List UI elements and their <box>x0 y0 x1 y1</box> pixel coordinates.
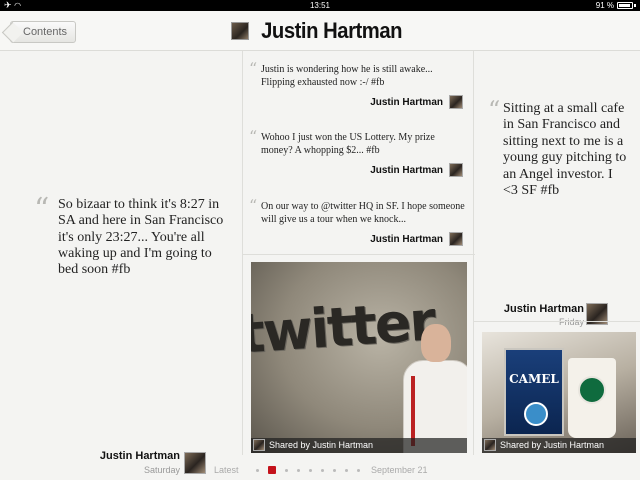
quote-mark-icon: “ <box>34 192 50 227</box>
photo-caption: Shared by Justin Hartman <box>482 438 636 453</box>
tweet-text: So bizaar to think it's 8:27 in SA and h… <box>58 197 224 278</box>
tweet-text: On our way to @twitter HQ in SF. I hope … <box>261 201 465 225</box>
pack-emblem <box>524 402 548 426</box>
author-avatar <box>449 232 463 246</box>
photo-person <box>403 314 467 453</box>
quote-mark-icon: “ <box>488 96 501 124</box>
cup-logo <box>578 376 606 404</box>
tweet-meta: Justin Hartman <box>370 95 463 109</box>
pager-dot[interactable] <box>321 468 324 472</box>
tweet-meta: Justin Hartman <box>370 232 463 246</box>
tweet-author: Justin Hartman <box>503 303 584 315</box>
photo-caption-text: Shared by Justin Hartman <box>269 440 374 450</box>
pager-latest-label[interactable]: Latest <box>214 465 239 475</box>
page-title: Justin Hartman <box>261 18 403 43</box>
pager-dots[interactable] <box>256 466 360 474</box>
tweet-time: Friday <box>558 317 584 327</box>
photo-card-twitter[interactable]: twitter Shared by Justin Hartman <box>251 262 467 453</box>
header-bar: Contents Justin Hartman <box>0 11 640 51</box>
pager-dot[interactable] <box>333 468 336 472</box>
section-divider <box>243 254 475 255</box>
pager-dot[interactable] <box>297 468 300 472</box>
page-title-wrap: Justin Hartman <box>0 18 640 45</box>
quote-mark-icon: “ <box>249 59 258 78</box>
status-time: 13:51 <box>309 1 331 10</box>
photo-scene-text: CAMEL <box>509 372 559 386</box>
tweet-text: Sitting at a small cafe in San Francisco… <box>503 101 627 199</box>
section-divider <box>474 321 640 322</box>
battery-percent: 91 % <box>595 1 614 10</box>
middle-column: “ Justin is wondering how he is still aw… <box>242 51 475 455</box>
tweet-author: Justin Hartman <box>370 164 443 176</box>
status-battery-group: 91 % <box>596 0 636 11</box>
photo-caption: Shared by Justin Hartman <box>251 438 467 453</box>
pager-dot-active[interactable] <box>268 466 276 474</box>
left-column: “ So bizaar to think it's 8:27 in SA and… <box>10 51 240 476</box>
photo-card-cafe[interactable]: CAMEL Shared by Justin Hartman <box>482 332 636 453</box>
tweet-text: Wohoo I just won the US Lottery. My priz… <box>261 132 435 156</box>
author-avatar <box>449 163 463 177</box>
pager-date-label[interactable]: September 21 <box>371 465 428 475</box>
pager-dot[interactable] <box>309 468 312 472</box>
pager-dot[interactable] <box>357 468 360 472</box>
person-head <box>421 324 451 362</box>
pager-dot[interactable] <box>285 468 288 472</box>
author-avatar <box>449 95 463 109</box>
quote-mark-icon: “ <box>249 127 258 146</box>
photo-cigarette-pack: CAMEL <box>504 348 564 436</box>
pager-dot[interactable] <box>256 468 259 472</box>
battery-tip <box>634 4 636 7</box>
person-stripe <box>411 376 415 446</box>
page-title-group: Justin Hartman <box>231 18 408 44</box>
page-footer: Latest September 21 <box>0 458 640 480</box>
caption-avatar <box>253 439 265 451</box>
tweet-author: Justin Hartman <box>370 96 443 108</box>
photo-coffee-cup <box>568 358 616 438</box>
pager-dot[interactable] <box>345 468 348 472</box>
tweet-text: Justin is wondering how he is still awak… <box>261 64 433 88</box>
caption-avatar <box>484 439 496 451</box>
quote-mark-icon: “ <box>249 196 258 215</box>
title-avatar <box>231 22 250 40</box>
right-column: “ Sitting at a small cafe in San Francis… <box>474 51 640 455</box>
tweet-meta: Justin Hartman <box>370 163 463 177</box>
battery-icon <box>617 2 633 9</box>
status-bar: ✈ ◠ 13:51 91 % <box>0 0 640 11</box>
photo-caption-text: Shared by Justin Hartman <box>500 440 605 450</box>
tweet-author: Justin Hartman <box>370 233 443 245</box>
